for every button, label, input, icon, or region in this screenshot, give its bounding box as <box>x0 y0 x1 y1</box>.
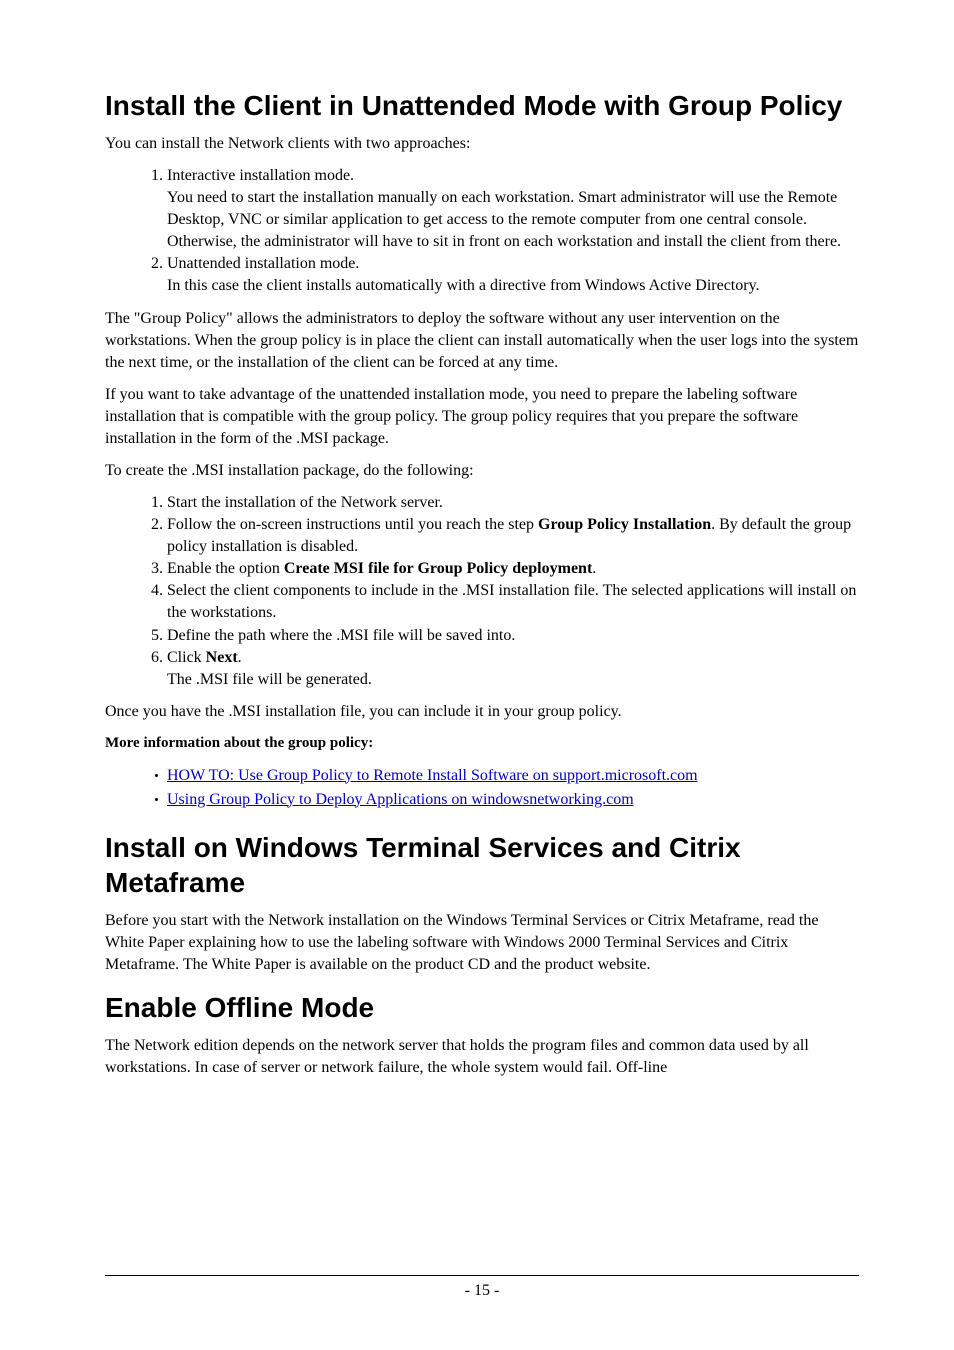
heading-install-client-unattended: Install the Client in Unattended Mode wi… <box>105 88 859 123</box>
list-item: Using Group Policy to Deploy Application… <box>167 788 859 812</box>
link-windowsnetworking[interactable]: Using Group Policy to Deploy Application… <box>167 791 634 808</box>
footer-divider <box>105 1275 859 1276</box>
bullet-list-links: HOW TO: Use Group Policy to Remote Insta… <box>105 764 859 812</box>
list-item: Unattended installation mode. In this ca… <box>167 253 859 297</box>
list-item-title: Interactive installation mode. <box>167 167 354 184</box>
list-item: Select the client components to include … <box>167 580 859 624</box>
list-item-body: In this case the client installs automat… <box>167 277 760 294</box>
more-info-label: More information about the group policy: <box>105 733 859 754</box>
bold-text: Next <box>206 649 238 666</box>
paragraph: Once you have the .MSI installation file… <box>105 701 859 723</box>
list-item-body: The .MSI file will be generated. <box>167 671 372 688</box>
text: . <box>592 560 596 577</box>
paragraph: To create the .MSI installation package,… <box>105 460 859 482</box>
paragraph: You can install the Network clients with… <box>105 133 859 155</box>
bold-text: Create MSI file for Group Policy deploym… <box>284 560 592 577</box>
heading-enable-offline-mode: Enable Offline Mode <box>105 990 859 1025</box>
paragraph: The "Group Policy" allows the administra… <box>105 308 859 374</box>
paragraph: The Network edition depends on the netwo… <box>105 1035 859 1079</box>
list-item: Enable the option Create MSI file for Gr… <box>167 558 859 580</box>
list-item: HOW TO: Use Group Policy to Remote Insta… <box>167 764 859 788</box>
page-number: - 15 - <box>105 1282 859 1300</box>
link-support-microsoft[interactable]: HOW TO: Use Group Policy to Remote Insta… <box>167 767 698 784</box>
list-item-title: Unattended installation mode. <box>167 255 359 272</box>
paragraph: If you want to take advantage of the una… <box>105 384 859 450</box>
ordered-list-steps: Start the installation of the Network se… <box>105 492 859 691</box>
text: Follow the on-screen instructions until … <box>167 516 538 533</box>
paragraph: Before you start with the Network instal… <box>105 910 859 976</box>
ordered-list-approaches: Interactive installation mode. You need … <box>105 165 859 297</box>
list-item: Start the installation of the Network se… <box>167 492 859 514</box>
list-item: Click Next. The .MSI file will be genera… <box>167 647 859 691</box>
list-item-body: You need to start the installation manua… <box>167 189 841 250</box>
heading-install-terminal-services: Install on Windows Terminal Services and… <box>105 830 859 900</box>
list-item: Define the path where the .MSI file will… <box>167 625 859 647</box>
list-item: Interactive installation mode. You need … <box>167 165 859 253</box>
text: Click <box>167 649 206 666</box>
bold-text: Group Policy Installation <box>538 516 711 533</box>
list-item: Follow the on-screen instructions until … <box>167 514 859 558</box>
text: . <box>238 649 242 666</box>
text: Enable the option <box>167 560 284 577</box>
page-footer: - 15 - <box>105 1275 859 1300</box>
